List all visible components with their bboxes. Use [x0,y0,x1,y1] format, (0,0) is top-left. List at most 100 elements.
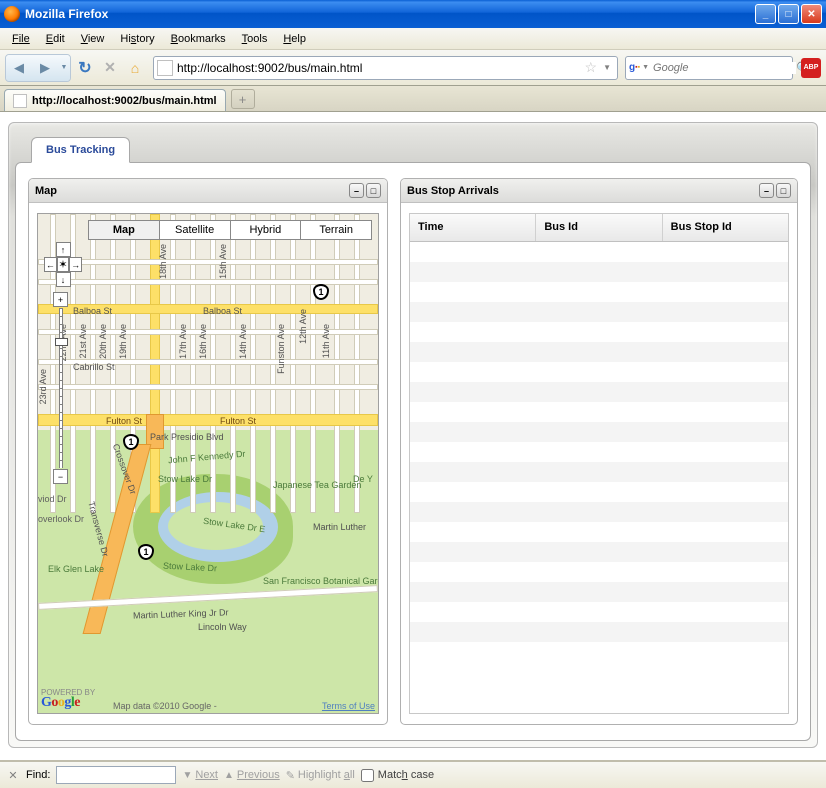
table-row [410,402,788,422]
new-tab-button[interactable]: + [231,89,255,109]
search-bar[interactable]: g▪▪ ▼ 🔍 [625,56,793,80]
street-label: 23rd Ave [38,369,48,404]
street-label: Martin Luther [313,522,366,532]
forward-button[interactable]: ▶ [32,55,58,81]
menu-view[interactable]: View [73,31,113,47]
table-row [410,502,788,522]
maximize-button[interactable]: □ [778,4,799,24]
table-row [410,542,788,562]
col-bus-stop-id[interactable]: Bus Stop Id [663,214,788,241]
search-engine-dropdown[interactable]: ▼ [642,64,649,71]
find-bar: ✕ Find: ▼Next ▲Previous ✎Highlight all M… [0,760,826,788]
url-input[interactable] [177,61,582,75]
street-label: 20th Ave [98,324,108,359]
menu-file[interactable]: Filedocument.currentScript.previousEleme… [4,31,38,47]
minimize-button[interactable]: _ [755,4,776,24]
zoom-thumb[interactable] [55,338,68,346]
menu-help[interactable]: Help [275,31,314,47]
window-title: Mozilla Firefox [25,7,755,21]
street-label: Stow Lake Dr [158,474,212,484]
street-label: Funston Ave [276,324,286,374]
collapse-button[interactable]: – [759,183,774,198]
arrivals-table-header: Time Bus Id Bus Stop Id [410,214,788,242]
find-input[interactable] [56,766,176,784]
map-type-map[interactable]: Map [89,221,160,239]
search-engine-icon: g▪▪ [629,60,640,76]
map-type-satellite[interactable]: Satellite [160,221,231,239]
find-close-button[interactable]: ✕ [6,768,20,782]
table-row [410,302,788,322]
collapse-button[interactable]: – [349,183,364,198]
menu-edit[interactable]: Edit [38,31,73,47]
table-row [410,262,788,282]
arrivals-panel-title: Bus Stop Arrivals [407,185,757,197]
poi-label: Japanese Tea Garden [273,480,361,490]
menu-bookmarks[interactable]: Bookmarks [163,31,234,47]
map-panel-header: Map – □ [29,179,387,203]
pan-right-button[interactable]: → [69,257,82,272]
street-label: 18th Ave [158,244,168,279]
back-button[interactable]: ◀ [6,55,32,81]
street-label: Balboa St [73,306,112,316]
street-label: Cabrillo St [73,362,115,372]
table-row [410,282,788,302]
street-label: 16th Ave [198,324,208,359]
table-row [410,602,788,622]
zoom-control: + − [53,292,68,484]
street-label: 12th Ave [298,309,308,344]
search-input[interactable] [653,62,796,74]
find-previous-button[interactable]: ▲Previous [224,769,280,781]
street-label: 11th Ave [321,324,331,358]
pan-up-button[interactable]: ↑ [56,242,71,257]
table-row [410,422,788,442]
home-button[interactable]: ⌂ [124,57,146,79]
street-label: Lincoln Way [198,622,247,632]
map[interactable]: Balboa St Balboa St Cabrillo St Fulton S… [37,213,379,714]
url-dropdown[interactable]: ▼ [603,63,611,72]
zoom-in-button[interactable]: + [53,292,68,307]
browser-tab-active[interactable]: http://localhost:9002/bus/main.html [4,89,226,111]
pan-center-button[interactable]: ✶ [57,257,70,272]
menu-history[interactable]: History [112,31,162,47]
find-next-button[interactable]: ▼Next [182,769,218,781]
maximize-panel-button[interactable]: □ [776,183,791,198]
table-row [410,382,788,402]
history-dropdown[interactable]: ▼ [58,55,70,81]
street-label: viod Dr [38,494,67,504]
street-label: Fulton St [106,416,142,426]
reload-button[interactable]: ↻ [74,57,96,79]
tab-bus-tracking[interactable]: Bus Tracking [31,137,130,163]
col-time[interactable]: Time [410,214,536,241]
poi-label: San Francisco Botanical Garden [263,576,379,586]
street-label: 14th Ave [238,324,248,359]
map-type-terrain[interactable]: Terrain [301,221,371,239]
find-label: Find: [26,769,50,781]
map-type-control: Map Satellite Hybrid Terrain [88,220,372,240]
menu-tools[interactable]: Tools [234,31,276,47]
col-bus-id[interactable]: Bus Id [536,214,662,241]
match-case-checkbox[interactable] [361,769,374,782]
pan-left-button[interactable]: ← [44,257,57,272]
terms-link[interactable]: Terms of Use [322,701,375,711]
close-button[interactable]: ✕ [801,4,822,24]
find-match-case[interactable]: Match case [361,769,434,782]
table-row [410,462,788,482]
arrivals-panel-header: Bus Stop Arrivals – □ [401,179,797,203]
adblock-icon[interactable]: ABP [801,58,821,78]
tab-bar: http://localhost:9002/bus/main.html + [0,86,826,112]
url-bar[interactable]: ☆ ▼ [153,56,618,80]
map-panel-title: Map [35,185,347,197]
pan-down-button[interactable]: ↓ [56,272,71,287]
bookmark-star-icon[interactable]: ☆ [585,59,598,76]
map-type-hybrid[interactable]: Hybrid [231,221,302,239]
table-row [410,582,788,602]
street-label: Park Presidio Blvd [150,432,224,442]
maximize-panel-button[interactable]: □ [366,183,381,198]
zoom-out-button[interactable]: − [53,469,68,484]
zoom-slider[interactable] [59,308,63,468]
find-highlight-button[interactable]: ✎Highlight all [286,769,355,782]
street-label: Fulton St [220,416,256,426]
table-row [410,522,788,542]
seop-button[interactable]: ✕ [99,57,121,79]
firefox-icon [4,6,20,22]
